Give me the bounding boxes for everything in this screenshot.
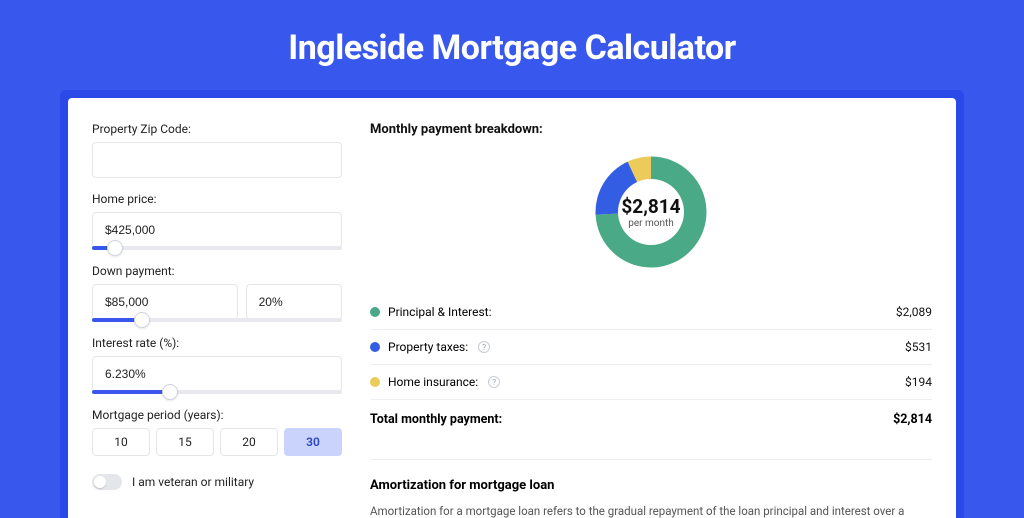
donut-sublabel: per month: [621, 218, 680, 229]
legend-label: Principal & Interest:: [388, 305, 492, 319]
breakdown-column: Monthly payment breakdown: $2,814 per mo…: [370, 122, 932, 518]
donut-value: $2,814: [621, 195, 680, 218]
interest-input[interactable]: [92, 356, 342, 392]
interest-field: Interest rate (%):: [92, 336, 342, 394]
period-label: Mortgage period (years):: [92, 408, 342, 422]
period-option-15[interactable]: 15: [156, 428, 214, 456]
info-icon[interactable]: ?: [488, 376, 500, 388]
legend-value: $531: [905, 340, 932, 354]
breakdown-title: Monthly payment breakdown:: [370, 122, 932, 137]
home-price-input[interactable]: [92, 212, 342, 248]
period-option-30[interactable]: 30: [284, 428, 342, 456]
down-payment-amount-input[interactable]: [92, 284, 238, 320]
legend-row: Home insurance:? $194: [370, 365, 932, 400]
legend-label: Home insurance:: [388, 375, 478, 389]
zip-input[interactable]: [92, 142, 342, 178]
zip-label: Property Zip Code:: [92, 122, 342, 136]
legend-dot: [370, 377, 380, 387]
total-value: $2,814: [893, 412, 932, 427]
legend-value: $194: [905, 375, 932, 389]
amortization-title: Amortization for mortgage loan: [370, 478, 932, 493]
legend-dot: [370, 307, 380, 317]
amortization-text: Amortization for a mortgage loan refers …: [370, 503, 932, 518]
home-price-slider[interactable]: [92, 246, 342, 250]
zip-field: Property Zip Code:: [92, 122, 342, 178]
veteran-toggle[interactable]: [92, 474, 122, 490]
calculator-card: Property Zip Code: Home price: Down paym…: [68, 98, 956, 518]
period-option-20[interactable]: 20: [220, 428, 278, 456]
home-price-field: Home price:: [92, 192, 342, 250]
down-payment-slider[interactable]: [92, 318, 342, 322]
total-row: Total monthly payment: $2,814: [370, 400, 932, 439]
period-option-10[interactable]: 10: [92, 428, 150, 456]
amortization-section: Amortization for mortgage loan Amortizat…: [370, 459, 932, 518]
veteran-row: I am veteran or military: [92, 474, 342, 490]
home-price-label: Home price:: [92, 192, 342, 206]
form-column: Property Zip Code: Home price: Down paym…: [92, 122, 342, 518]
legend-label: Property taxes:: [388, 340, 468, 354]
legend-row: Principal & Interest: $2,089: [370, 295, 932, 330]
down-payment-percent-input[interactable]: [246, 284, 342, 320]
down-payment-label: Down payment:: [92, 264, 342, 278]
legend-row: Property taxes:? $531: [370, 330, 932, 365]
interest-label: Interest rate (%):: [92, 336, 342, 350]
legend-dot: [370, 342, 380, 352]
total-label: Total monthly payment:: [370, 412, 502, 427]
interest-slider[interactable]: [92, 390, 342, 394]
down-payment-field: Down payment:: [92, 264, 342, 322]
legend-value: $2,089: [896, 305, 932, 319]
back-card: Property Zip Code: Home price: Down paym…: [60, 90, 964, 518]
veteran-label: I am veteran or military: [132, 475, 254, 489]
page-title: Ingleside Mortgage Calculator: [0, 0, 1024, 90]
donut-chart: $2,814 per month: [370, 149, 932, 275]
period-field: Mortgage period (years): 10152030: [92, 408, 342, 456]
info-icon[interactable]: ?: [478, 341, 490, 353]
card-wrap: Property Zip Code: Home price: Down paym…: [0, 90, 1024, 518]
